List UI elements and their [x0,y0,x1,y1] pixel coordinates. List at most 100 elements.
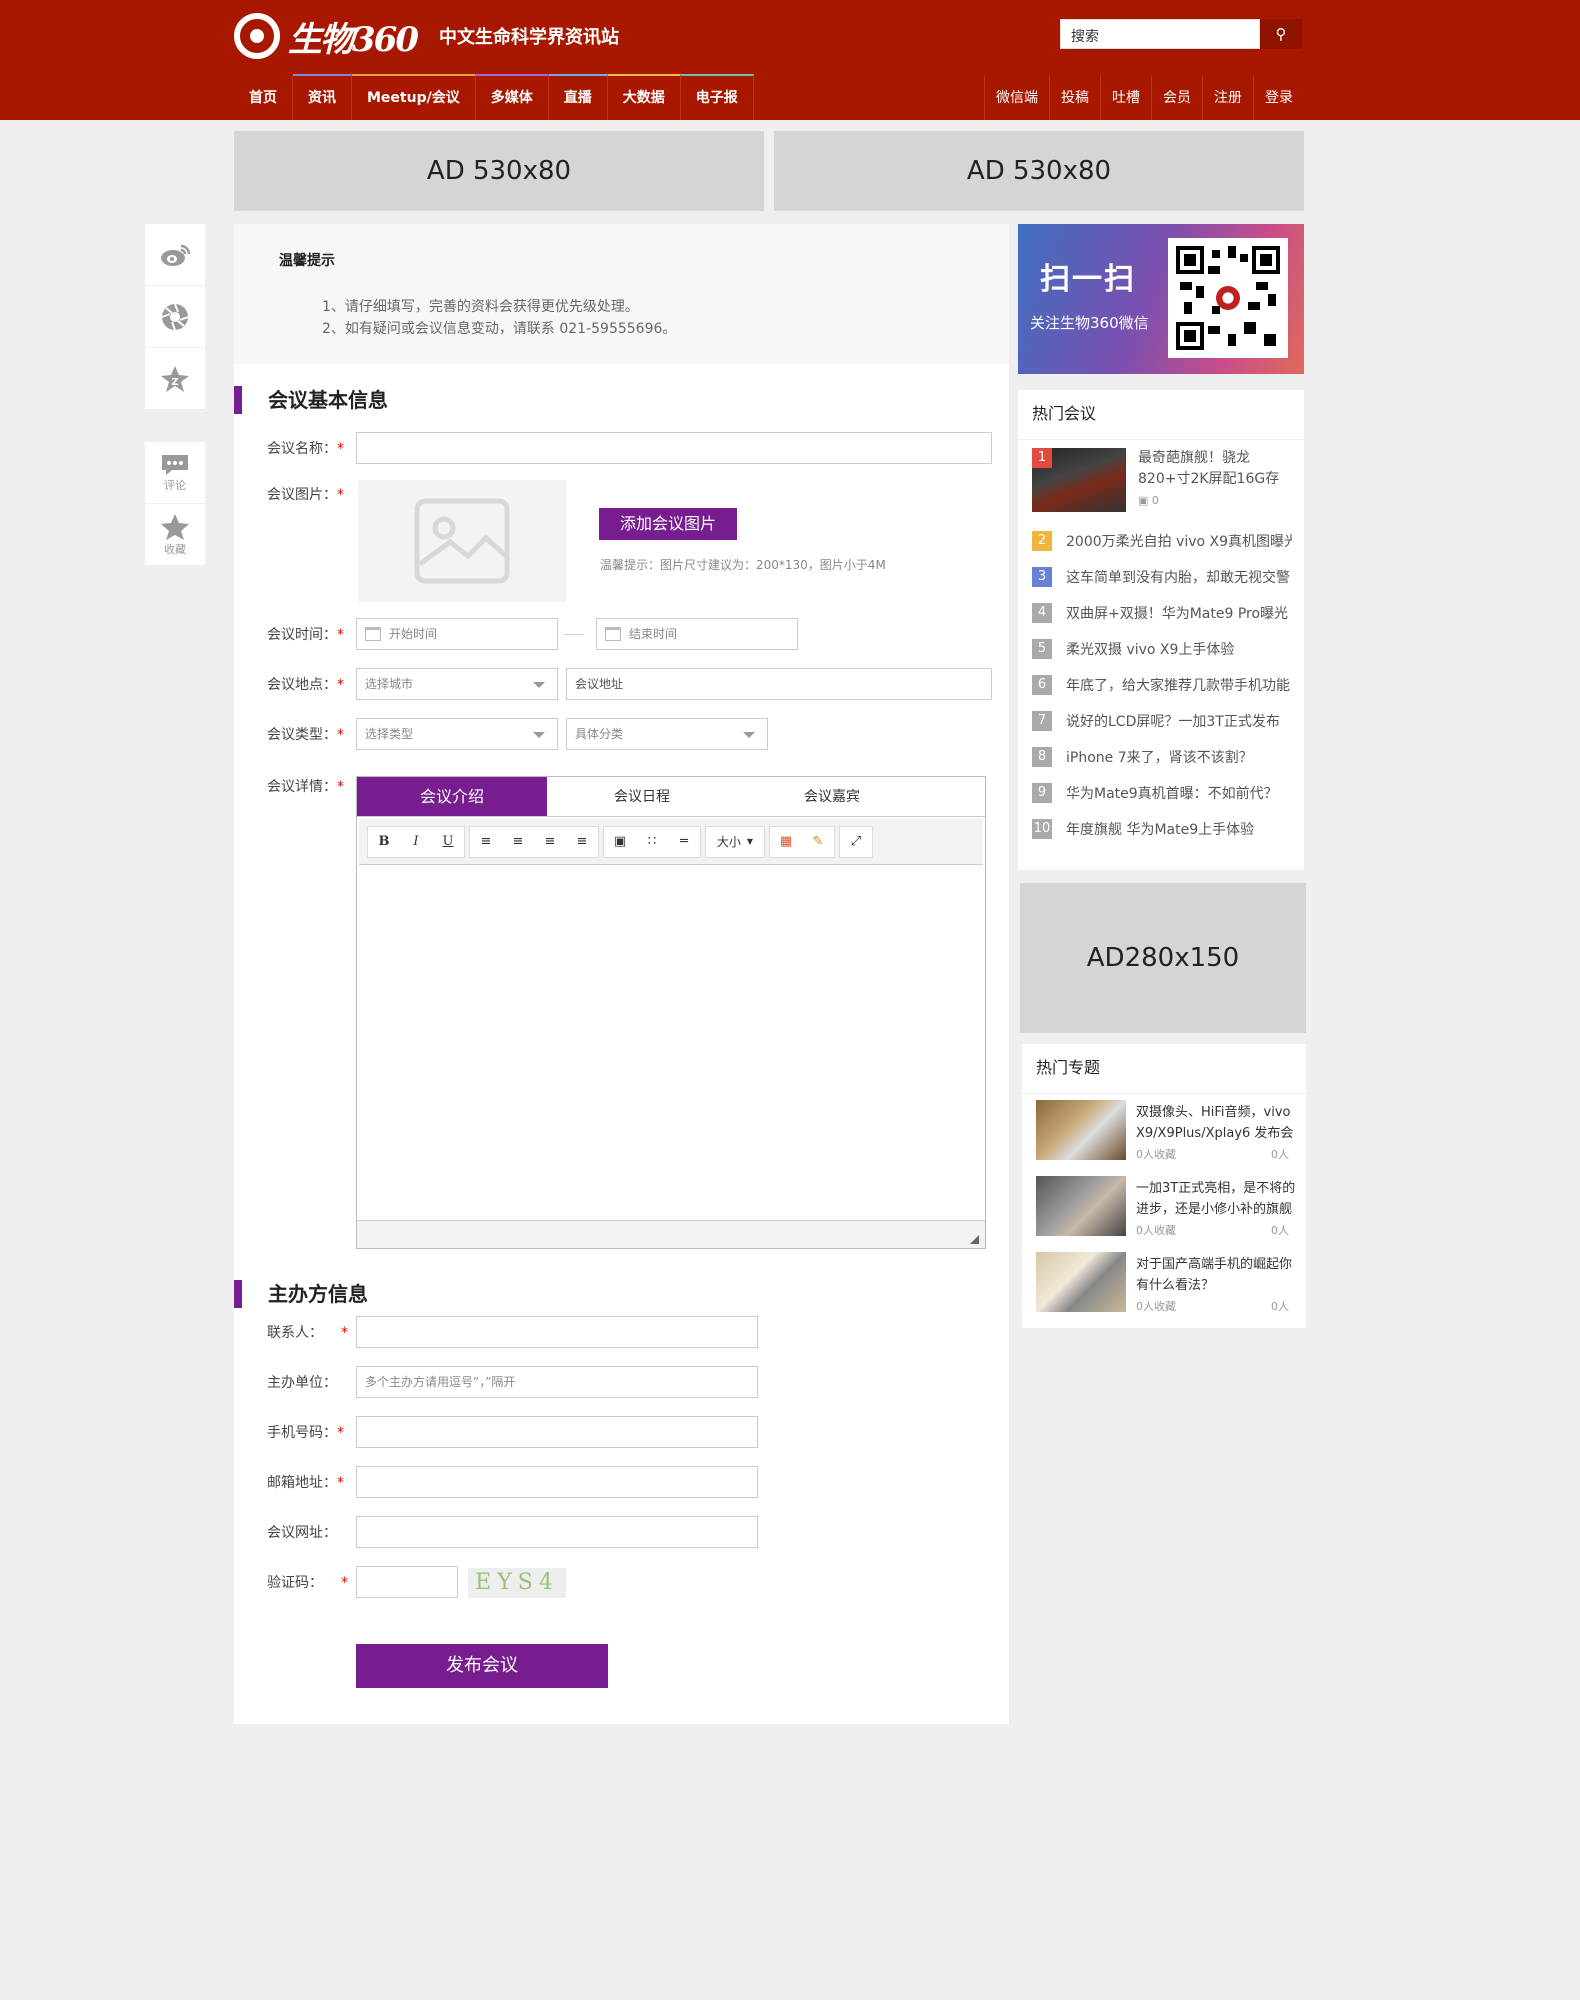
captcha-image[interactable]: EYS4 [468,1568,566,1598]
publish-button[interactable]: 发布会议 [356,1644,608,1688]
topic-item[interactable]: 双摄像头、HiFi音频，vivo X9/X9Plus/Xplay6 发布会 0人… [1036,1100,1306,1162]
tab-guests[interactable]: 会议嘉宾 [737,777,927,816]
rank-badge: 1 [1032,448,1052,468]
address-input[interactable]: 会议地址 [566,668,992,700]
topic-thumb [1036,1176,1126,1236]
search-button[interactable]: ⚲ [1260,19,1302,49]
tab-schedule[interactable]: 会议日程 [547,777,737,816]
bold-icon[interactable]: B [368,827,400,857]
align-justify-icon[interactable]: ≡ [566,827,598,857]
organizer-input[interactable]: 多个主办方请用逗号”，”隔开 [356,1366,758,1398]
share-weibo-button[interactable] [145,224,205,286]
image-hint: 温馨提示：图片尺寸建议为：200*130，图片小于4M [600,558,886,572]
meeting-name-label: 会议名称：* [267,441,344,457]
site-header: 生物360 中文生命科学界资讯站 搜索 ⚲ 首页 资讯 Meetup/会议 多媒… [0,0,1580,120]
share-qzone-button[interactable]: Z [145,348,205,410]
italic-icon[interactable]: I [400,827,432,857]
insert-image-icon[interactable]: ▣ [604,827,636,857]
share-moments-button[interactable] [145,286,205,348]
hot-meeting-item[interactable]: 3 这车简单到没有内胎，却敢无视交警 [1032,566,1292,588]
topic-collect-count: 0人收藏 [1136,1300,1176,1313]
nav-item-live[interactable]: 直播 [548,74,608,120]
meeting-image-placeholder[interactable] [358,480,566,602]
qr-code-icon [1168,238,1288,358]
font-size-dropdown[interactable]: 大小 ▼ [705,825,765,858]
text-color-icon[interactable]: ▦ [770,827,802,857]
font-size-label: 大小 [716,835,741,849]
email-label: 邮箱地址：* [267,1475,344,1491]
hot-meeting-item[interactable]: 10 年度旗舰 华为Mate9上手体验 [1032,818,1292,840]
horizontal-rule-icon[interactable]: ═ [668,827,700,857]
ad-side[interactable]: AD280x150 [1020,883,1306,1033]
editor-tabs: 会议介绍 会议日程 会议嘉宾 [357,777,985,817]
editor-content-area[interactable] [359,867,983,1219]
weibo-icon [161,244,191,266]
tab-introduction[interactable]: 会议介绍 [357,777,547,816]
captcha-input[interactable] [356,1566,458,1598]
category-select[interactable]: 具体分类 [566,718,768,750]
tip-box: 温馨提示 1、请仔细填写，完善的资料会获得更优先级处理。 2、如有疑问或会议信息… [234,224,1009,364]
hot-meetings-title: 热门会议 [1018,390,1304,440]
align-right-icon[interactable]: ≡ [534,827,566,857]
hot-meeting-item[interactable]: 2 2000万柔光自拍 vivo X9真机图曝光 [1032,530,1292,552]
end-time-input[interactable]: 结束时间 [596,618,798,650]
add-image-button[interactable]: 添加会议图片 [599,508,737,540]
nav-item-home[interactable]: 首页 [234,74,293,120]
comment-count: ▣ 0 [1138,494,1159,507]
hot-meeting-item[interactable]: 4 双曲屏+双摄！华为Mate9 Pro曝光 [1032,602,1292,624]
nav-item-login[interactable]: 登录 [1253,74,1304,120]
city-select[interactable]: 选择城市 [356,668,558,700]
topic-title: 双摄像头、HiFi音频，vivo X9/X9Plus/Xplay6 发布会 [1136,1105,1294,1141]
meeting-name-input[interactable] [356,432,992,464]
meeting-image-label: 会议图片：* [267,487,344,503]
site-logo[interactable]: 生物360 中文生命科学界资讯站 [234,12,619,60]
website-input[interactable] [356,1516,758,1548]
chevron-down-icon [533,732,545,738]
comment-icon [162,454,188,475]
email-input[interactable] [356,1466,758,1498]
nav-item-submit[interactable]: 投稿 [1049,74,1100,120]
resize-handle-icon[interactable] [970,1235,979,1244]
nav-item-feedback[interactable]: 吐槽 [1100,74,1151,120]
contact-input[interactable] [356,1316,758,1348]
underline-icon[interactable]: U [432,827,464,857]
align-center-icon[interactable]: ≡ [502,827,534,857]
bg-color-icon[interactable]: ✎ [802,827,834,857]
nav-item-bigdata[interactable]: 大数据 [607,74,681,120]
nav-item-register[interactable]: 注册 [1202,74,1253,120]
topic-extra: 0人 [1271,1300,1289,1313]
nav-item-enewspaper[interactable]: 电子报 [680,74,754,120]
qr-follow-text: 关注生物360微信 [1030,314,1149,332]
hot-meeting-item[interactable]: 7 说好的LCD屏呢？一加3T正式发布 [1032,710,1292,732]
hot-meeting-item[interactable]: 6 年底了，给大家推荐几款带手机功能 [1032,674,1292,696]
qr-banner[interactable]: 扫一扫 关注生物360微信 [1018,224,1304,374]
nav-item-meetup[interactable]: Meetup/会议 [352,74,476,120]
hot-meeting-item[interactable]: 5 柔光双摄 vivo X9上手体验 [1032,638,1292,660]
align-left-icon[interactable]: ≡ [470,827,502,857]
tip-line: 2、如有疑问或会议信息变动，请联系 021-59555696。 [322,321,677,337]
favorite-button[interactable]: 收藏 [145,504,205,566]
hot-meeting-top-title: 最奇葩旗舰！骁龙820+寸2K屏配16G存储 [1138,450,1280,487]
nav-item-news[interactable]: 资讯 [293,74,352,120]
hot-meeting-top[interactable]: 1 最奇葩旗舰！骁龙820+寸2K屏配16G存储 ▣ 0 [1032,448,1292,514]
nav-item-multimedia[interactable]: 多媒体 [475,74,549,120]
ad-banner-left[interactable]: AD 530x80 [234,131,764,211]
topic-item[interactable]: 对于国产高端手机的崛起你有什么看法？ 0人收藏 0人 [1036,1252,1306,1314]
phone-input[interactable] [356,1416,758,1448]
calendar-icon [365,627,381,641]
nav-item-wechat[interactable]: 微信端 [984,74,1049,120]
hot-meeting-item[interactable]: 9 华为Mate9真机首曝：不如前代？ [1032,782,1292,804]
search-input[interactable]: 搜索 [1060,19,1260,49]
insert-table-icon[interactable]: ∷ [636,827,668,857]
comment-button[interactable]: 评论 [145,442,205,504]
start-time-input[interactable]: 开始时间 [356,618,558,650]
calendar-icon [605,627,621,641]
logo-text: 生物360 [288,19,419,60]
topic-item[interactable]: 一加3T正式亮相，是不将的进步，还是小修小补的旗舰 0人收藏 0人 [1036,1176,1306,1238]
hot-meeting-item[interactable]: 8 iPhone 7来了，肾该不该割？ [1032,746,1292,768]
fullscreen-icon[interactable]: ⤢ [840,827,872,857]
ad-banner-right[interactable]: AD 530x80 [774,131,1304,211]
chevron-down-icon [743,732,755,738]
nav-item-member[interactable]: 会员 [1151,74,1202,120]
type-select[interactable]: 选择类型 [356,718,558,750]
